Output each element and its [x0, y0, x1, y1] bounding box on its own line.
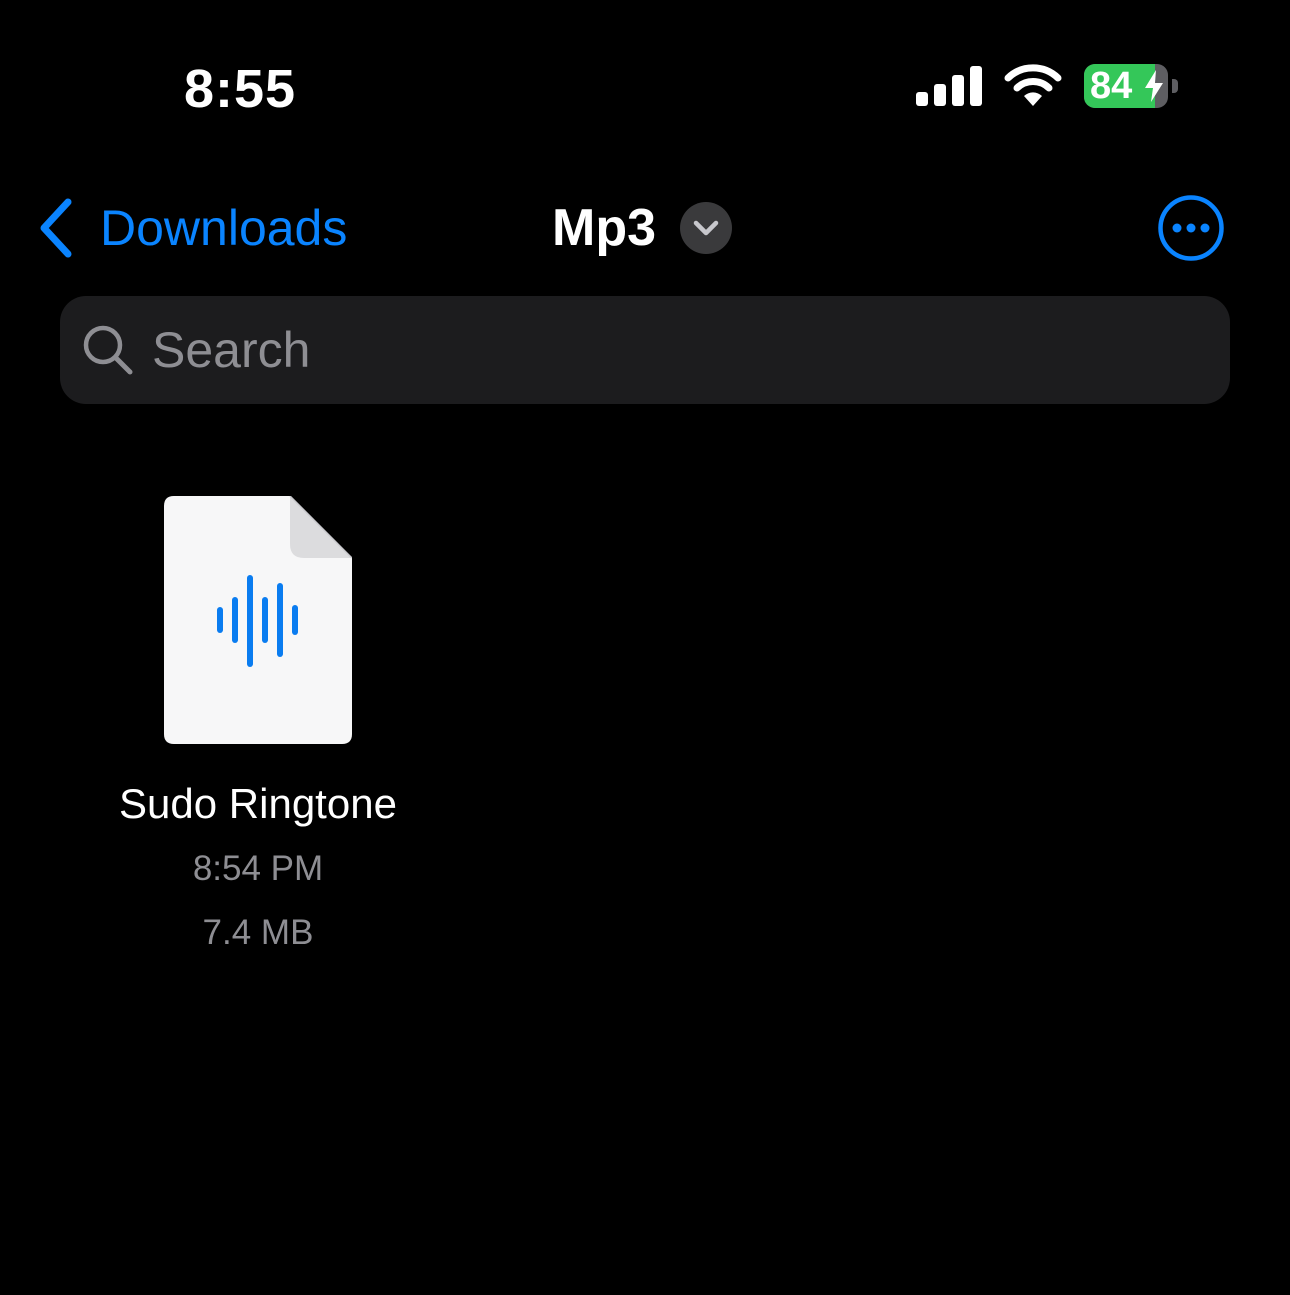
- battery-cap: [1172, 79, 1178, 93]
- folder-title-menu[interactable]: Mp3: [552, 192, 732, 264]
- cellular-signal-icon: [916, 66, 982, 106]
- wifi-icon: [1004, 64, 1062, 106]
- back-button[interactable]: Downloads: [36, 192, 347, 264]
- title-menu-button[interactable]: [680, 202, 732, 254]
- search-bar[interactable]: [60, 296, 1230, 404]
- battery-level: 84: [1090, 65, 1133, 107]
- more-icon[interactable]: [1158, 195, 1224, 261]
- search-input[interactable]: [152, 310, 1230, 390]
- file-name: Sudo Ringtone: [119, 780, 397, 827]
- battery-charging-icon: 84: [1084, 64, 1180, 108]
- search-icon: [83, 325, 133, 375]
- chevron-left-icon: [40, 198, 72, 258]
- file-date: 8:54 PM: [192, 849, 324, 888]
- chevron-down-icon: [693, 220, 719, 236]
- audio-file-icon: [164, 496, 352, 744]
- battery-body: 84: [1084, 64, 1168, 108]
- status-time: 8:55: [184, 59, 297, 119]
- back-label: Downloads: [100, 200, 348, 256]
- page-title: Mp3: [552, 199, 656, 257]
- file-size: 7.4 MB: [202, 913, 314, 952]
- files-app-screen: 8:55 84 Downloads Mp3 Search Sudo Ringto…: [0, 0, 1290, 1295]
- file-item[interactable]: Sudo Ringtone 8:54 PM 7.4 MB: [88, 494, 428, 964]
- charging-bolt-icon: [1145, 70, 1163, 102]
